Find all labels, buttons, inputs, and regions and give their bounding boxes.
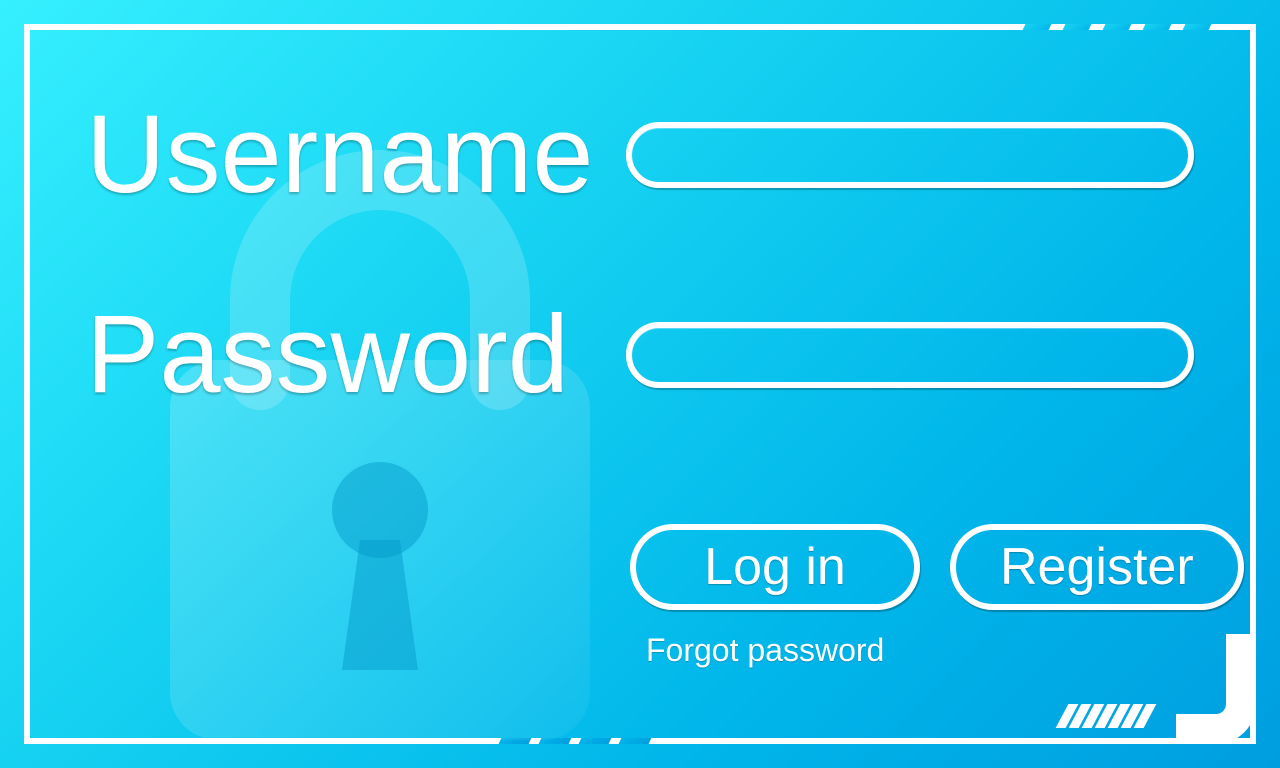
username-label: Username	[86, 100, 626, 210]
password-label: Password	[86, 300, 626, 410]
frame-notch	[539, 738, 572, 744]
frame-notch	[1063, 24, 1092, 30]
frame-notch	[579, 738, 612, 744]
forgot-password-link[interactable]: Forgot password	[646, 632, 884, 669]
password-input[interactable]	[626, 322, 1194, 388]
username-row: Username	[86, 100, 1194, 210]
frame-corner-hook	[1176, 634, 1256, 744]
frame-notch	[1023, 24, 1052, 30]
outer-frame: Username Password Log in Register Forgot…	[24, 24, 1256, 744]
frame-notch	[1183, 24, 1212, 30]
login-button[interactable]: Log in	[630, 524, 920, 610]
frame-notch	[1103, 24, 1132, 30]
frame-decor-slashes	[1062, 704, 1150, 728]
register-button[interactable]: Register	[950, 524, 1244, 610]
frame-notch	[619, 738, 652, 744]
username-input[interactable]	[626, 122, 1194, 188]
password-row: Password	[86, 300, 1194, 410]
frame-notch	[1143, 24, 1172, 30]
actions-row: Log in Register	[630, 524, 1194, 610]
frame-notch	[499, 738, 532, 744]
